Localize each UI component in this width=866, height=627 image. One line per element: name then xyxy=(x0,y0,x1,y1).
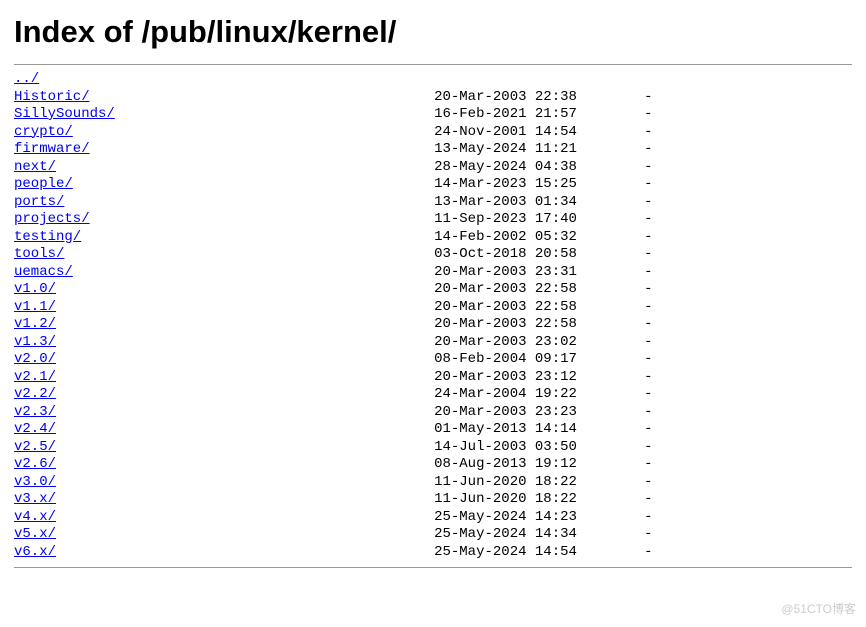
dir-link[interactable]: v1.2/ xyxy=(14,316,56,332)
dir-link[interactable]: v6.x/ xyxy=(14,544,56,560)
page-title: Index of /pub/linux/kernel/ xyxy=(14,14,852,50)
dir-link[interactable]: v1.3/ xyxy=(14,334,56,350)
dir-link[interactable]: v2.6/ xyxy=(14,456,56,472)
dir-link[interactable]: v2.2/ xyxy=(14,386,56,402)
dir-link[interactable]: v5.x/ xyxy=(14,526,56,542)
dir-link[interactable]: firmware/ xyxy=(14,141,90,157)
divider-top xyxy=(14,64,852,65)
dir-link[interactable]: v3.0/ xyxy=(14,474,56,490)
watermark: @51CTO博客 xyxy=(781,600,856,617)
dir-link[interactable]: testing/ xyxy=(14,229,81,245)
dir-link[interactable]: v2.0/ xyxy=(14,351,56,367)
dir-link[interactable]: next/ xyxy=(14,159,56,175)
dir-link[interactable]: v2.4/ xyxy=(14,421,56,437)
divider-bottom xyxy=(14,567,852,568)
dir-link[interactable]: SillySounds/ xyxy=(14,106,115,122)
dir-link[interactable]: Historic/ xyxy=(14,89,90,105)
dir-link[interactable]: projects/ xyxy=(14,211,90,227)
parent-link[interactable]: ../ xyxy=(14,71,39,87)
dir-link[interactable]: v2.5/ xyxy=(14,439,56,455)
dir-link[interactable]: v2.1/ xyxy=(14,369,56,385)
dir-link[interactable]: uemacs/ xyxy=(14,264,73,280)
dir-link[interactable]: v3.x/ xyxy=(14,491,56,507)
dir-link[interactable]: v1.0/ xyxy=(14,281,56,297)
dir-link[interactable]: v2.3/ xyxy=(14,404,56,420)
dir-link[interactable]: v1.1/ xyxy=(14,299,56,315)
dir-link[interactable]: crypto/ xyxy=(14,124,73,140)
dir-link[interactable]: ports/ xyxy=(14,194,64,210)
dir-link[interactable]: people/ xyxy=(14,176,73,192)
listing: ../ Historic/ 20-Mar-2003 22:38 - SillyS… xyxy=(14,71,852,561)
dir-link[interactable]: tools/ xyxy=(14,246,64,262)
dir-link[interactable]: v4.x/ xyxy=(14,509,56,525)
